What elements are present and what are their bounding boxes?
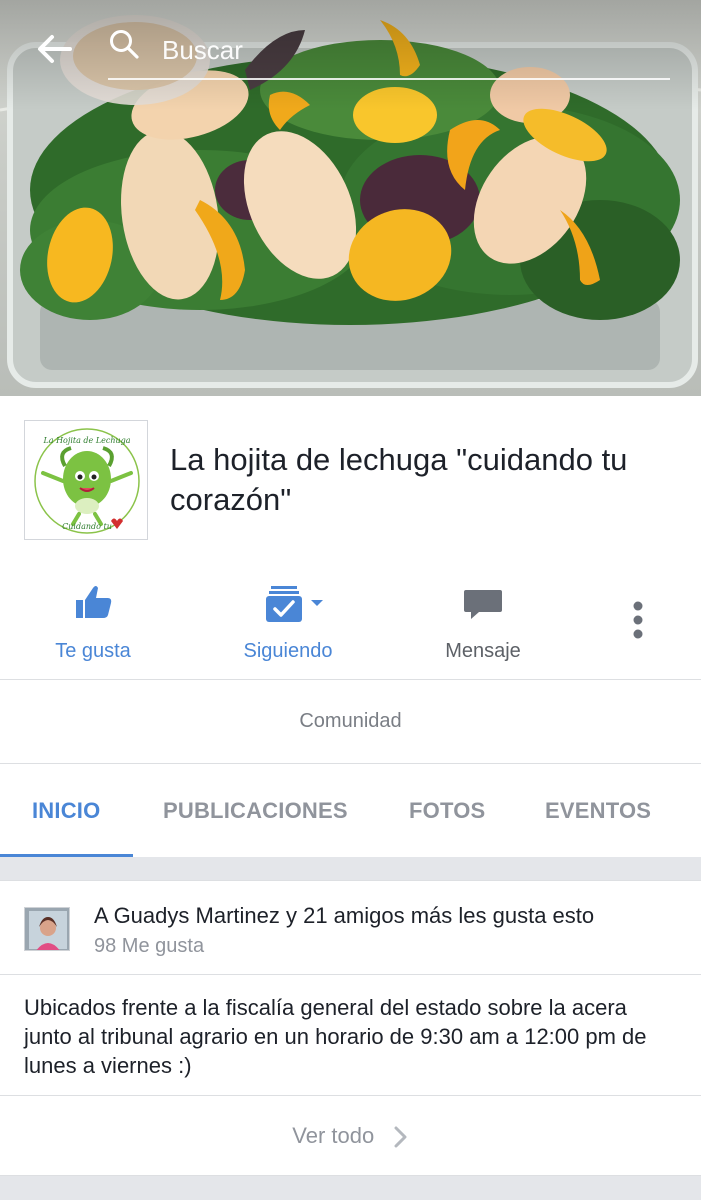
page-category: Comunidad: [0, 680, 701, 764]
divider: [0, 974, 701, 975]
search-icon: [110, 30, 139, 59]
search-input[interactable]: [162, 32, 642, 68]
more-options-button[interactable]: [620, 596, 656, 646]
like-label: Te gusta: [55, 640, 131, 662]
page-title: La hojita de lechuga "cuidando tu corazó…: [170, 442, 628, 517]
search-bar[interactable]: [108, 28, 670, 80]
cover-photo[interactable]: [0, 0, 701, 396]
page-avatar[interactable]: La Hojita de Lechuga Cuidando tu: [24, 420, 148, 540]
section-divider: [0, 857, 701, 880]
lettuce-logo: La Hojita de Lechuga Cuidando tu: [34, 428, 140, 534]
tab-publicaciones[interactable]: PUBLICACIONES: [163, 798, 348, 824]
message-label: Mensaje: [445, 640, 521, 662]
friend-photo: [25, 908, 69, 950]
chevron-down-icon: [311, 600, 323, 606]
more-vertical-icon: [633, 601, 643, 639]
follow-button[interactable]: Siguiendo: [213, 580, 363, 670]
message-icon: [453, 580, 513, 626]
svg-text:Cuidando tu: Cuidando tu: [62, 522, 112, 531]
friend-avatar[interactable]: [24, 907, 70, 951]
tab-bar: INICIO PUBLICACIONES FOTOS EVENTOS: [0, 764, 701, 856]
tab-fotos[interactable]: FOTOS: [409, 798, 485, 824]
back-arrow-icon: [38, 35, 72, 63]
page-actions: Te gusta Siguiendo Mensaje: [0, 566, 701, 680]
follow-label: Siguiendo: [243, 640, 333, 662]
message-button[interactable]: Mensaje: [408, 580, 558, 670]
svg-text:La Hojita de Lechuga: La Hojita de Lechuga: [42, 436, 130, 445]
section-divider: [0, 1176, 701, 1200]
about-card: A Guadys Martinez y 21 amigos más les gu…: [0, 880, 701, 1176]
following-icon: [258, 580, 323, 626]
friends-like-summary[interactable]: A Guadys Martinez y 21 amigos más les gu…: [94, 903, 594, 929]
see-all-label: Ver todo: [292, 1123, 375, 1148]
see-all-button[interactable]: Ver todo: [0, 1095, 701, 1177]
tab-eventos[interactable]: EVENTOS: [545, 798, 651, 824]
thumbs-up-icon: [63, 580, 123, 626]
back-button[interactable]: [32, 28, 76, 72]
chevron-right-icon: [394, 1126, 407, 1148]
like-button[interactable]: Te gusta: [18, 580, 168, 670]
tab-inicio[interactable]: INICIO: [32, 798, 100, 824]
likes-count: 98 Me gusta: [94, 935, 205, 957]
page-description: Ubicados frente a la fiscalía general de…: [24, 995, 647, 1078]
category-label: Comunidad: [299, 710, 402, 732]
page-header: La Hojita de Lechuga Cuidando tu La hoji…: [0, 396, 701, 564]
top-bar: [0, 0, 701, 100]
